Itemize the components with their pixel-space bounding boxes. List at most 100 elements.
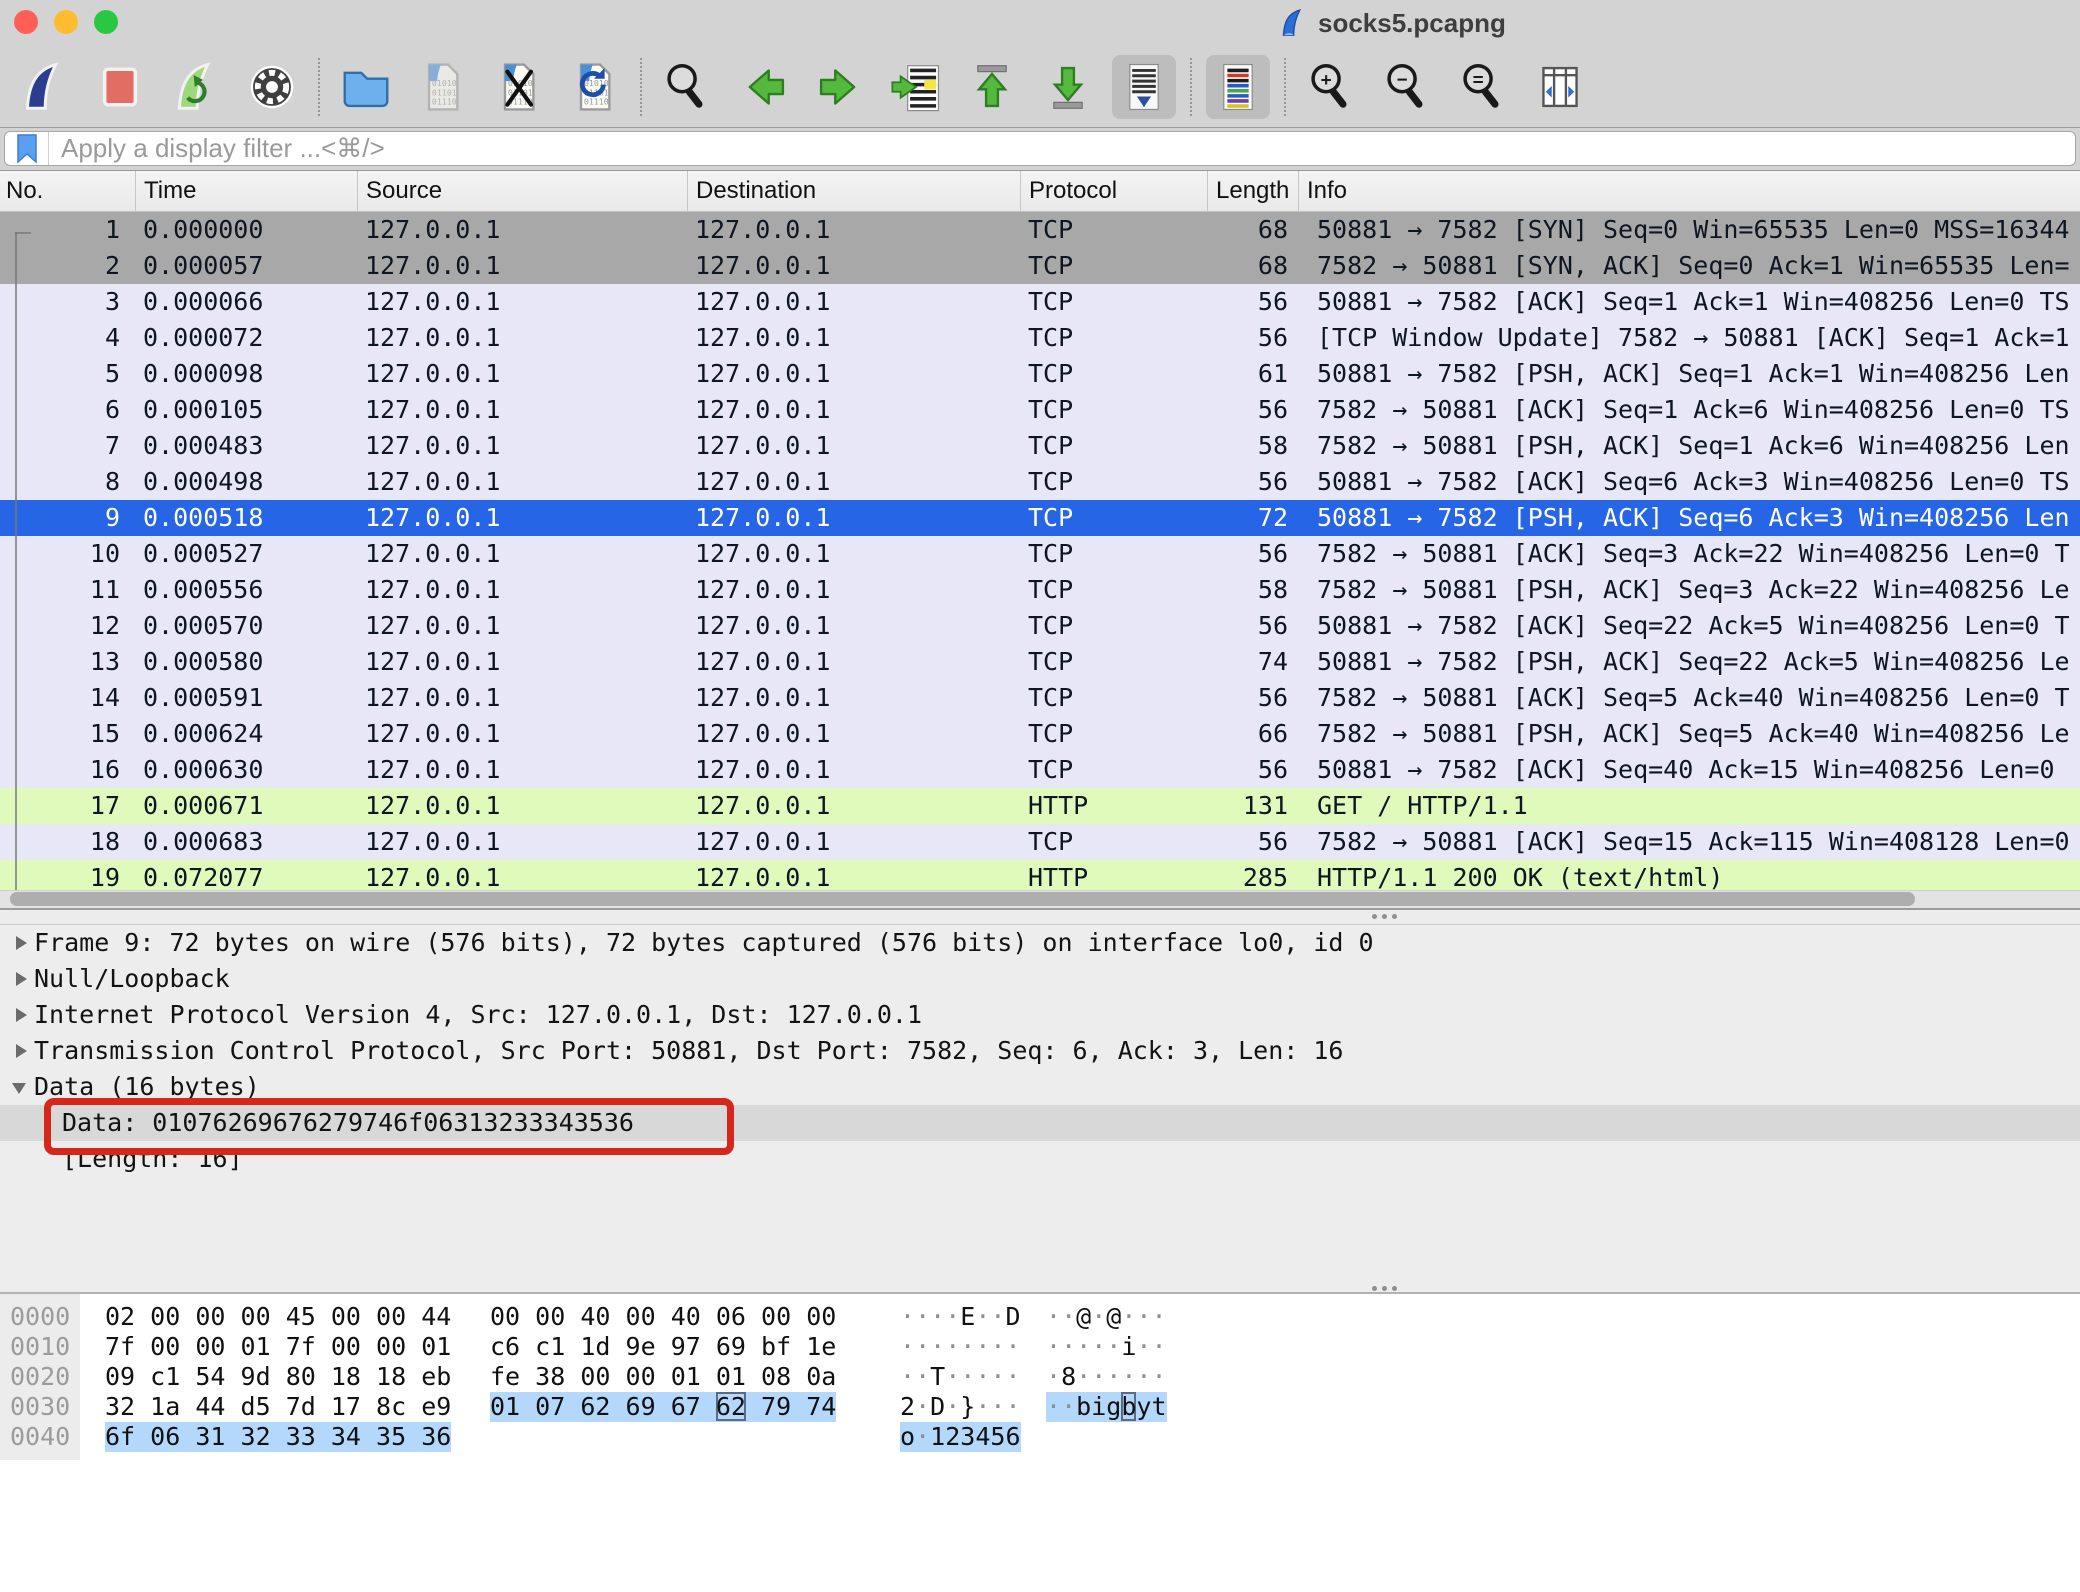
ascii-char[interactable]: 1 [930, 1422, 945, 1451]
ascii-char[interactable]: · [1136, 1362, 1151, 1391]
zoom-out-button[interactable]: − [1376, 55, 1440, 119]
packet-row[interactable]: 150.000624127.0.0.1127.0.0.1TCP667582 → … [0, 716, 2080, 752]
ascii-char[interactable]: @ [1106, 1302, 1121, 1331]
go-to-packet-button[interactable] [884, 55, 948, 119]
hex-byte[interactable]: 32 [241, 1422, 271, 1451]
hex-byte[interactable]: 74 [806, 1392, 836, 1421]
ascii-char[interactable]: · [1005, 1392, 1020, 1421]
packet-row[interactable]: 20.000057127.0.0.1127.0.0.1TCP687582 → 5… [0, 248, 2080, 284]
column-header-length[interactable]: Length [1207, 171, 1298, 211]
title-bar[interactable]: socks5.pcapng [0, 0, 2080, 46]
ascii-char[interactable]: 4 [975, 1422, 990, 1451]
detail-row[interactable]: Transmission Control Protocol, Src Port:… [0, 1033, 2080, 1069]
ascii-char[interactable]: b [1076, 1392, 1091, 1421]
ascii-char[interactable]: · [1076, 1362, 1091, 1391]
hex-row[interactable]: 000002 00 00 00 45 00 00 4400 00 40 00 4… [0, 1302, 2080, 1332]
hex-byte[interactable]: 69 [626, 1392, 656, 1421]
ascii-char[interactable]: 2 [900, 1392, 915, 1421]
hex-byte[interactable]: d5 [241, 1392, 271, 1421]
horizontal-scrollbar[interactable] [10, 892, 1915, 906]
go-to-bottom-button[interactable] [1036, 55, 1100, 119]
ascii-char[interactable]: i [1091, 1392, 1106, 1421]
ascii-char[interactable]: · [945, 1392, 960, 1421]
ascii-char[interactable]: · [960, 1362, 975, 1391]
ascii-char[interactable]: 6 [1005, 1422, 1020, 1451]
close-file-button[interactable]: 010100110101110 [486, 55, 550, 119]
ascii-char[interactable]: g [1106, 1392, 1121, 1421]
ascii-char[interactable]: 5 [990, 1422, 1005, 1451]
expand-chevron-icon[interactable] [16, 1044, 27, 1058]
ascii-char[interactable]: · [900, 1302, 915, 1331]
hex-byte[interactable]: 40 [580, 1302, 610, 1331]
hex-byte[interactable]: 01 [490, 1392, 520, 1421]
detail-row[interactable]: Data (16 bytes) [0, 1069, 2080, 1105]
capture-options-button[interactable] [240, 55, 304, 119]
hex-row[interactable]: 00406f 06 31 32 33 34 35 36o·123456 [0, 1422, 2080, 1452]
hex-byte[interactable]: 00 [626, 1362, 656, 1391]
ascii-char[interactable]: @ [1076, 1302, 1091, 1331]
hex-byte[interactable]: 18 [376, 1362, 406, 1391]
resize-columns-button[interactable] [1528, 55, 1592, 119]
hex-byte[interactable]: 18 [331, 1362, 361, 1391]
packet-row[interactable]: 160.000630127.0.0.1127.0.0.1TCP5650881 →… [0, 752, 2080, 788]
hex-byte[interactable]: 33 [286, 1422, 316, 1451]
ascii-char[interactable]: · [1151, 1332, 1166, 1361]
ascii-char[interactable]: · [1046, 1362, 1061, 1391]
go-forward-button[interactable] [808, 55, 872, 119]
hex-byte[interactable]: 7f [286, 1332, 316, 1361]
hex-byte[interactable]: 00 [535, 1302, 565, 1331]
hex-byte[interactable]: 69 [716, 1332, 746, 1361]
hex-byte[interactable]: 54 [195, 1362, 225, 1391]
ascii-char[interactable]: · [900, 1332, 915, 1361]
ascii-char[interactable]: · [915, 1332, 930, 1361]
ascii-char[interactable]: D [930, 1392, 945, 1421]
stop-capture-button[interactable] [88, 55, 152, 119]
zoom-original-button[interactable]: = [1452, 55, 1516, 119]
ascii-char[interactable]: · [990, 1362, 1005, 1391]
ascii-char[interactable]: b [1121, 1392, 1136, 1421]
expand-chevron-icon[interactable] [16, 972, 27, 986]
ascii-char[interactable]: · [1136, 1332, 1151, 1361]
hex-byte[interactable]: 01 [241, 1332, 271, 1361]
hex-byte[interactable]: 00 [376, 1302, 406, 1331]
packet-row[interactable]: 90.000518127.0.0.1127.0.0.1TCP7250881 → … [0, 500, 2080, 536]
hex-byte[interactable]: 00 [490, 1302, 520, 1331]
hex-byte[interactable]: 00 [331, 1302, 361, 1331]
close-button[interactable] [14, 10, 38, 34]
hex-byte[interactable]: 02 [105, 1302, 135, 1331]
ascii-char[interactable]: · [1005, 1332, 1020, 1361]
packet-row[interactable]: 50.000098127.0.0.1127.0.0.1TCP6150881 → … [0, 356, 2080, 392]
hex-byte[interactable]: 79 [761, 1392, 791, 1421]
packet-row[interactable]: 120.000570127.0.0.1127.0.0.1TCP5650881 →… [0, 608, 2080, 644]
expand-chevron-icon[interactable] [16, 1008, 27, 1022]
column-header-protocol[interactable]: Protocol [1020, 171, 1207, 211]
ascii-char[interactable]: · [1091, 1332, 1106, 1361]
packet-row[interactable]: 40.000072127.0.0.1127.0.0.1TCP56[TCP Win… [0, 320, 2080, 356]
packet-row[interactable]: 140.000591127.0.0.1127.0.0.1TCP567582 → … [0, 680, 2080, 716]
hex-byte[interactable]: e9 [421, 1392, 451, 1421]
detail-row[interactable]: Internet Protocol Version 4, Src: 127.0.… [0, 997, 2080, 1033]
hex-byte[interactable]: 32 [105, 1392, 135, 1421]
ascii-char[interactable]: · [1091, 1302, 1106, 1331]
expand-chevron-icon[interactable] [16, 936, 27, 950]
hex-byte[interactable]: 9e [626, 1332, 656, 1361]
packet-row[interactable]: 110.000556127.0.0.1127.0.0.1TCP587582 → … [0, 572, 2080, 608]
packet-row[interactable]: 10.000000127.0.0.1127.0.0.1TCP6850881 → … [0, 212, 2080, 248]
packet-row[interactable]: 70.000483127.0.0.1127.0.0.1TCP587582 → 5… [0, 428, 2080, 464]
hex-byte[interactable]: 45 [286, 1302, 316, 1331]
ascii-char[interactable]: · [1136, 1302, 1151, 1331]
ascii-char[interactable]: · [1106, 1362, 1121, 1391]
ascii-char[interactable]: · [930, 1332, 945, 1361]
ascii-char[interactable]: · [1106, 1332, 1121, 1361]
minimize-button[interactable] [54, 10, 78, 34]
hex-byte[interactable]: 44 [195, 1392, 225, 1421]
colorize-button[interactable] [1206, 55, 1270, 119]
display-filter-input[interactable] [49, 133, 2075, 164]
column-header-time[interactable]: Time [135, 171, 357, 211]
ascii-char[interactable]: · [1151, 1362, 1166, 1391]
ascii-char[interactable]: } [960, 1392, 975, 1421]
hex-byte[interactable]: 97 [671, 1332, 701, 1361]
go-to-top-button[interactable] [960, 55, 1024, 119]
ascii-char[interactable]: · [945, 1302, 960, 1331]
ascii-char[interactable]: · [1151, 1302, 1166, 1331]
